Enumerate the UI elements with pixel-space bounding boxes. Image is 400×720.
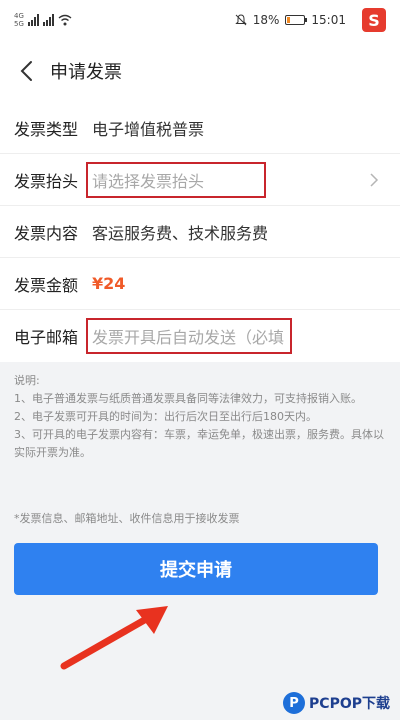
invoice-type-label: 发票类型 — [14, 119, 79, 139]
notes-line-3: 3、可开具的电子发票内容有：车票，幸运免单，极速出票，服务费。具体以实际开票为准… — [14, 428, 384, 459]
status-bar: 4G 5G 18% 15:01 S — [0, 0, 400, 40]
sim-labels: 4G 5G — [14, 12, 24, 28]
invoice-amount-row: 发票金额 ¥24 — [0, 258, 400, 310]
chevron-left-icon — [20, 61, 32, 81]
invoice-type-value: 电子增值税普票 — [92, 119, 205, 139]
status-right: 18% 15:01 S — [235, 8, 386, 32]
sim2-label: 5G — [14, 20, 24, 28]
email-label: 电子邮箱 — [14, 328, 79, 347]
pcpop-logo: P — [283, 692, 306, 714]
signal-indicators: 4G 5G — [14, 12, 72, 28]
back-button[interactable] — [6, 51, 46, 91]
signal-icon — [27, 14, 39, 26]
red-arrow-annotation — [60, 606, 168, 670]
notes-line-2: 2、电子发票可开具的时间为：出行后次日至出行后180天内。 — [14, 410, 317, 423]
invoice-content-row: 发票内容 客运服务费、技术服务费 — [0, 206, 400, 258]
email-row: 电子邮箱 发票开具后自动发送（必填 — [0, 310, 400, 362]
notes-section: 说明: 1、电子普通发票与纸质普通发票具备同等法律效力，可支持报销入账。 2、电… — [14, 372, 388, 462]
mute-icon — [235, 14, 247, 26]
sim1-label: 4G — [14, 12, 24, 20]
page-title: 申请发票 — [50, 62, 122, 83]
signal-icon-2 — [42, 14, 54, 26]
invoice-type-row: 发票类型 电子增值税普票 — [0, 102, 400, 154]
wifi-icon — [58, 14, 72, 26]
invoice-amount-label: 发票金额 — [14, 275, 79, 295]
watermark-text: PCPOP下载 — [309, 696, 390, 712]
battery-percent: 18% — [252, 13, 280, 27]
sogou-app-icon: S — [362, 8, 386, 32]
battery-icon — [285, 15, 308, 25]
invoice-header-row[interactable]: 发票抬头 请选择发票抬头 — [0, 154, 400, 206]
invoice-form: 发票类型 电子增值税普票 发票抬头 请选择发票抬头 发票内容 客运服务费、技术服… — [0, 102, 400, 362]
submit-button[interactable]: 提交申请 — [14, 543, 378, 595]
invoice-header-label: 发票抬头 — [14, 171, 79, 191]
invoice-amount-value: ¥24 — [92, 274, 126, 293]
email-placeholder: 发票开具后自动发送（必填 — [92, 328, 285, 347]
nav-bar: 申请发票 — [0, 40, 400, 102]
chevron-right-icon — [370, 173, 379, 187]
notes-title: 说明: — [14, 374, 40, 387]
invoice-header-select[interactable]: 请选择发票抬头 — [86, 161, 266, 198]
email-field[interactable]: 发票开具后自动发送（必填 — [86, 318, 292, 354]
invoice-content-value: 客运服务费、技术服务费 — [92, 223, 269, 243]
watermark: P PCPOP下载 — [283, 692, 390, 714]
privacy-tip: *发票信息、邮箱地址、收件信息用于接收发票 — [14, 512, 240, 525]
clock: 15:01 — [311, 13, 346, 27]
invoice-header-placeholder: 请选择发票抬头 — [92, 171, 205, 191]
notes-line-1: 1、电子普通发票与纸质普通发票具备同等法律效力，可支持报销入账。 — [14, 392, 362, 405]
invoice-content-label: 发票内容 — [14, 223, 79, 243]
